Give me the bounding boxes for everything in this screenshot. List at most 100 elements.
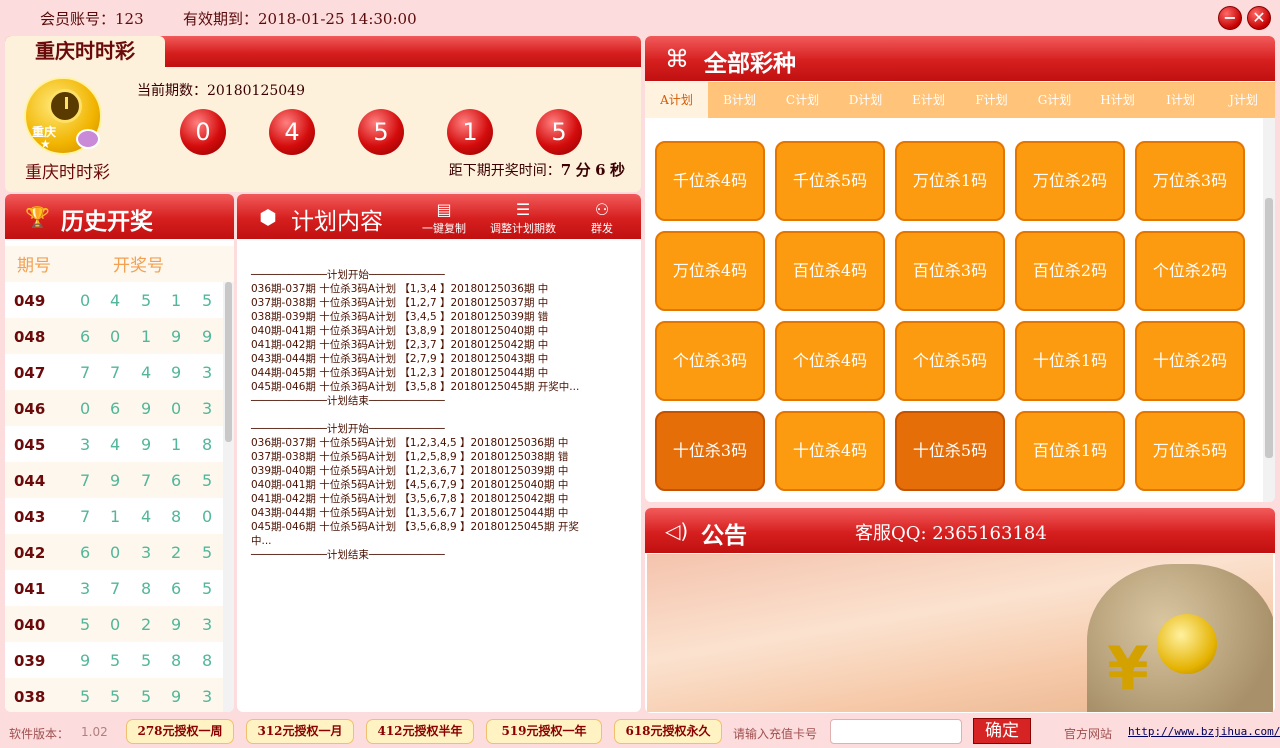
plan-type-button[interactable]: 万位杀5码 xyxy=(1135,411,1245,491)
plan-type-button[interactable]: 百位杀3码 xyxy=(895,231,1005,311)
plan-type-button[interactable]: 百位杀2码 xyxy=(1015,231,1125,311)
license-week-button[interactable]: 278元授权一周 xyxy=(126,719,234,744)
history-period: 044 xyxy=(14,472,46,490)
official-site-link[interactable]: http://www.bzjihua.com/ xyxy=(1128,725,1280,738)
history-number: 0 xyxy=(80,399,91,418)
mass-send-button[interactable]: ⚇ 群发 xyxy=(585,200,619,236)
history-number: 5 xyxy=(202,579,213,598)
history-row: 047 7 7 4 9 3 xyxy=(5,354,223,390)
confirm-button[interactable]: 确定 xyxy=(973,718,1031,744)
plan-type-button[interactable]: 万位杀4码 xyxy=(655,231,765,311)
license-halfyear-button[interactable]: 412元授权半年 xyxy=(366,719,474,744)
plan-line: 045期-046期 十位杀5码A计划 【3,5,6,8,9 】201801250… xyxy=(251,521,579,533)
history-number: 4 xyxy=(141,507,152,526)
plan-type-button[interactable]: 万位杀3码 xyxy=(1135,141,1245,221)
history-number: 5 xyxy=(202,543,213,562)
history-number: 0 xyxy=(110,543,121,562)
history-row: 042 6 0 3 2 5 xyxy=(5,534,223,570)
history-number: 4 xyxy=(141,363,152,382)
current-period: 当前期数：20180125049 xyxy=(137,83,305,99)
history-number: 1 xyxy=(171,435,182,454)
plan-type-button[interactable]: 万位杀1码 xyxy=(895,141,1005,221)
countdown-minutes: 7 xyxy=(560,161,572,179)
history-row: 039 9 5 5 8 8 xyxy=(5,642,223,678)
draw-ball: 5 xyxy=(536,109,582,155)
plan-tabs: A计划 B计划 C计划 D计划 E计划 F计划 G计划 H计划 I计划 J计划 xyxy=(645,82,1275,118)
mascot-icon xyxy=(76,129,100,149)
plan-panel: ⬢ 计划内容 ▤ 一键复制 ☰ 调整计划期数 ⚇ 群发 ────────────计划开… xyxy=(237,194,641,712)
plan-line: ────────────计划开始──────────── xyxy=(251,269,445,281)
history-number: 9 xyxy=(141,435,152,454)
plan-type-button[interactable]: 百位杀4码 xyxy=(775,231,885,311)
plan-type-button[interactable]: 十位杀5码 xyxy=(895,411,1005,491)
recharge-card-input[interactable] xyxy=(830,719,962,744)
plan-type-button[interactable]: 个位杀4码 xyxy=(775,321,885,401)
history-number: 7 xyxy=(80,471,91,490)
plan-line: 038期-039期 十位杀3码A计划 【3,4,5 】20180125039期 … xyxy=(251,311,549,323)
plan-type-button[interactable]: 十位杀3码 xyxy=(655,411,765,491)
plan-tab[interactable]: C计划 xyxy=(771,82,834,118)
history-number: 6 xyxy=(80,327,91,346)
history-row: 040 5 0 2 9 3 xyxy=(5,606,223,642)
plan-tab[interactable]: G计划 xyxy=(1023,82,1086,118)
plan-line: 中... xyxy=(251,535,272,547)
plan-line: 037期-038期 十位杀5码A计划 【1,2,5,8,9 】201801250… xyxy=(251,451,569,463)
minutes-unit: 分 xyxy=(575,161,591,179)
plan-line: 040期-041期 十位杀5码A计划 【4,5,6,7,9 】201801250… xyxy=(251,479,569,491)
padlock-icon xyxy=(1157,614,1217,674)
scroll-thumb[interactable] xyxy=(1265,198,1273,458)
notice-header: ◁) 公告 客服QQ: 2365163184 xyxy=(645,508,1275,553)
history-number: 9 xyxy=(171,687,182,706)
all-types-header: ⌘ 全部彩种 xyxy=(645,36,1275,81)
history-number: 9 xyxy=(202,327,213,346)
plan-type-button[interactable]: 十位杀2码 xyxy=(1135,321,1245,401)
history-number: 9 xyxy=(141,399,152,418)
history-number: 8 xyxy=(202,435,213,454)
history-period: 043 xyxy=(14,508,46,526)
lottery-panel: 重庆时时彩 重庆 ★ 重庆时时彩 当前期数：20180125049 0 4 5 … xyxy=(5,36,641,192)
plan-tab[interactable]: D计划 xyxy=(834,82,897,118)
plan-type-button[interactable]: 个位杀3码 xyxy=(655,321,765,401)
plan-type-button[interactable]: 十位杀4码 xyxy=(775,411,885,491)
plan-line: 037期-038期 十位杀3码A计划 【1,2,7 】20180125037期 … xyxy=(251,297,549,309)
history-number: 7 xyxy=(110,363,121,382)
plan-type-button[interactable]: 个位杀5码 xyxy=(895,321,1005,401)
plan-type-button[interactable]: 万位杀2码 xyxy=(1015,141,1125,221)
history-period: 049 xyxy=(14,292,46,310)
history-number: 6 xyxy=(171,471,182,490)
plan-tab[interactable]: H计划 xyxy=(1086,82,1149,118)
history-number: 6 xyxy=(171,579,182,598)
minimize-icon[interactable]: − xyxy=(1218,6,1242,30)
license-year-button[interactable]: 519元授权一年 xyxy=(486,719,602,744)
adjust-periods-button[interactable]: ☰ 调整计划期数 xyxy=(485,200,561,236)
history-period: 048 xyxy=(14,328,46,346)
history-number: 1 xyxy=(171,291,182,310)
history-row: 044 7 9 7 6 5 xyxy=(5,462,223,498)
plan-type-button[interactable]: 个位杀2码 xyxy=(1135,231,1245,311)
types-scrollbar[interactable] xyxy=(1263,118,1275,502)
plan-tab[interactable]: A计划 xyxy=(645,82,708,118)
history-number: 4 xyxy=(110,435,121,454)
history-row: 046 0 6 9 0 3 xyxy=(5,390,223,426)
plan-type-button[interactable]: 千位杀4码 xyxy=(655,141,765,221)
copy-button[interactable]: ▤ 一键复制 xyxy=(419,200,469,236)
plan-type-button[interactable]: 千位杀5码 xyxy=(775,141,885,221)
plan-tab[interactable]: I计划 xyxy=(1149,82,1212,118)
plan-tab[interactable]: B计划 xyxy=(708,82,771,118)
plan-type-button[interactable]: 百位杀1码 xyxy=(1015,411,1125,491)
plan-tab[interactable]: F计划 xyxy=(960,82,1023,118)
col-period: 期号 xyxy=(17,256,51,276)
history-number: 0 xyxy=(171,399,182,418)
scroll-thumb[interactable] xyxy=(225,282,232,442)
plan-tab[interactable]: J计划 xyxy=(1212,82,1275,118)
lottery-tab[interactable]: 重庆时时彩 xyxy=(5,36,165,67)
copy-icon: ▤ xyxy=(436,200,452,219)
history-scrollbar[interactable] xyxy=(223,282,234,712)
license-month-button[interactable]: 312元授权一月 xyxy=(246,719,354,744)
license-forever-button[interactable]: 618元授权永久 xyxy=(614,719,722,744)
plan-type-button[interactable]: 十位杀1码 xyxy=(1015,321,1125,401)
close-icon[interactable]: ✕ xyxy=(1247,6,1271,30)
history-number: 3 xyxy=(80,579,91,598)
plan-tab[interactable]: E计划 xyxy=(897,82,960,118)
lottery-name: 重庆时时彩 xyxy=(25,163,110,183)
